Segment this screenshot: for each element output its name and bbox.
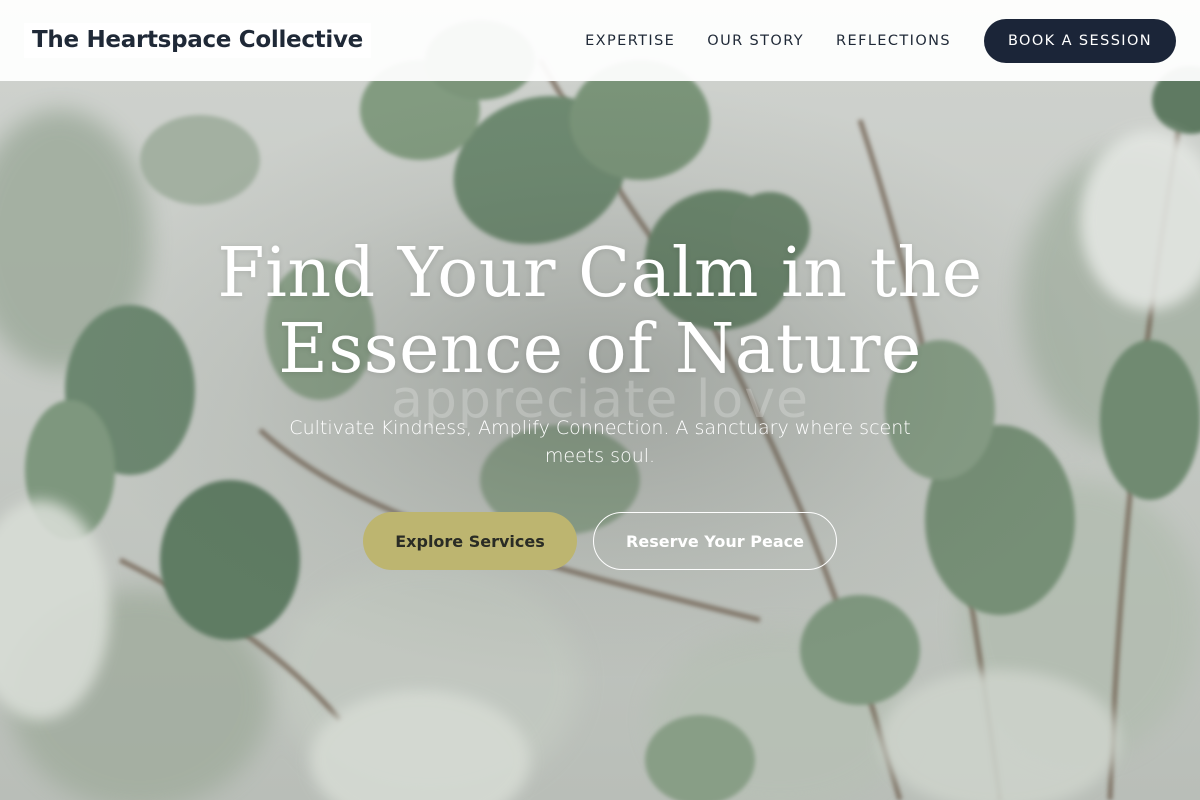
reserve-peace-button[interactable]: Reserve Your Peace (593, 512, 837, 570)
hero-title-line-1: Find Your Calm in the (217, 234, 983, 313)
nav-link-our-story[interactable]: OUR STORY (707, 33, 804, 49)
hero-button-group: Explore Services Reserve Your Peace (0, 512, 1200, 570)
hero-section: appreciate love Find Your Calm in the Es… (0, 236, 1200, 570)
site-header: The Heartspace Collective EXPERTISE OUR … (0, 0, 1200, 81)
hero-watermark-text: appreciate love (391, 370, 809, 430)
explore-services-button[interactable]: Explore Services (363, 512, 577, 570)
nav-link-expertise[interactable]: EXPERTISE (585, 33, 675, 49)
brand-logo[interactable]: The Heartspace Collective (24, 23, 371, 58)
hero-title: Find Your Calm in the Essence of Nature (0, 236, 1200, 388)
page: The Heartspace Collective EXPERTISE OUR … (0, 0, 1200, 800)
main-nav: EXPERTISE OUR STORY REFLECTIONS BOOK A S… (585, 18, 1176, 63)
nav-link-reflections[interactable]: REFLECTIONS (836, 33, 951, 49)
book-session-button[interactable]: BOOK A SESSION (984, 18, 1176, 63)
